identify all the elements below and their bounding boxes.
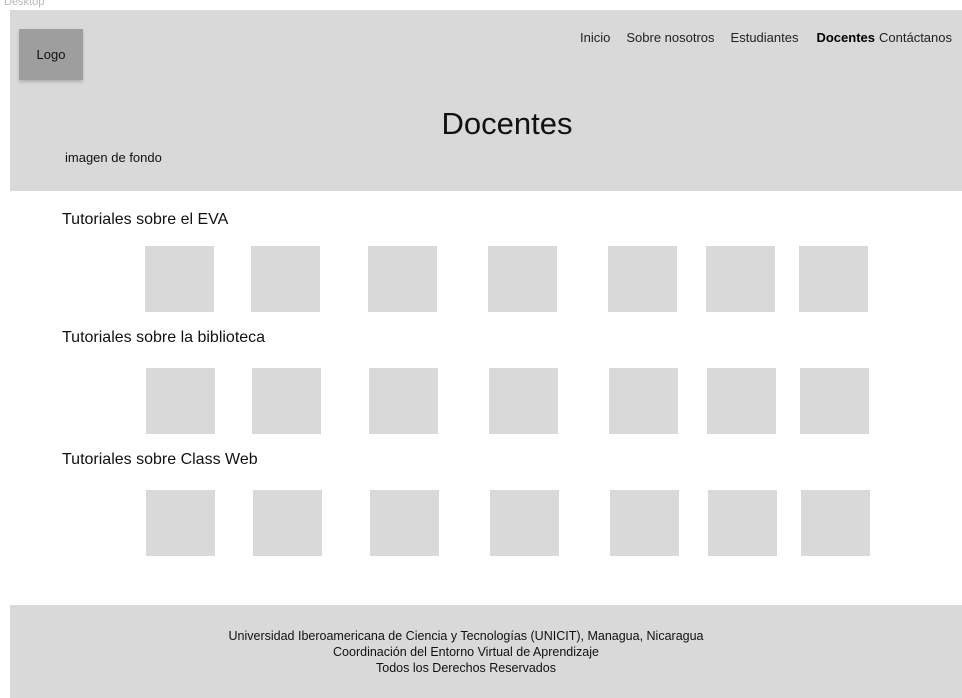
class-web-tutorial-thumbnail[interactable] [490,490,559,556]
main-nav: Inicio Sobre nosotros Estudiantes Docent… [580,30,952,45]
biblioteca-tutorial-thumbnail[interactable] [609,368,678,434]
biblioteca-tutorial-thumbnail[interactable] [707,368,776,434]
class-web-tutorial-thumbnail[interactable] [146,490,215,556]
eva-tutorial-thumbnail[interactable] [608,246,677,312]
header-banner: Logo Inicio Sobre nosotros Estudiantes D… [10,10,962,191]
class-web-tutorial-thumbnail[interactable] [253,490,322,556]
eva-tutorial-thumbnail[interactable] [706,246,775,312]
section-title-eva: Tutoriales sobre el EVA [62,211,229,228]
biblioteca-tutorial-thumbnail[interactable] [489,368,558,434]
logo-label: Logo [36,47,66,62]
footer: Universidad Iberoamericana de Ciencia y … [10,605,962,698]
frame-label: Desktop [4,0,45,8]
footer-rights: Todos los Derechos Reservados [376,661,556,675]
biblioteca-tutorial-thumbnail[interactable] [369,368,438,434]
footer-coordination: Coordinación del Entorno Virtual de Apre… [333,645,599,659]
class-web-tutorial-thumbnail[interactable] [708,490,777,556]
background-image-label: imagen de fondo [65,150,162,165]
section-title-biblioteca: Tutoriales sobre la biblioteca [62,329,266,346]
eva-tutorial-thumbnail[interactable] [251,246,320,312]
nav-item-estudiantes[interactable]: Estudiantes [731,30,799,45]
nav-item-contactanos[interactable]: Contáctanos [879,30,952,45]
class-web-tutorial-thumbnail[interactable] [370,490,439,556]
class-web-tutorial-thumbnail[interactable] [801,490,870,556]
eva-tutorial-thumbnail[interactable] [145,246,214,312]
biblioteca-tutorial-thumbnail[interactable] [146,368,215,434]
page-title: Docentes [441,106,573,141]
nav-item-docentes[interactable]: Docentes [816,30,875,45]
logo[interactable]: Logo [19,29,83,80]
section-title-class-web: Tutoriales sobre Class Web [62,451,258,468]
biblioteca-tutorial-thumbnail[interactable] [252,368,321,434]
eva-tutorial-thumbnail[interactable] [799,246,868,312]
footer-university: Universidad Iberoamericana de Ciencia y … [228,629,704,643]
biblioteca-tutorial-thumbnail[interactable] [800,368,869,434]
nav-item-inicio[interactable]: Inicio [580,30,610,45]
eva-tutorial-thumbnail[interactable] [488,246,557,312]
eva-tutorial-thumbnail[interactable] [368,246,437,312]
nav-item-sobre-nosotros[interactable]: Sobre nosotros [626,30,714,45]
class-web-tutorial-thumbnail[interactable] [610,490,679,556]
